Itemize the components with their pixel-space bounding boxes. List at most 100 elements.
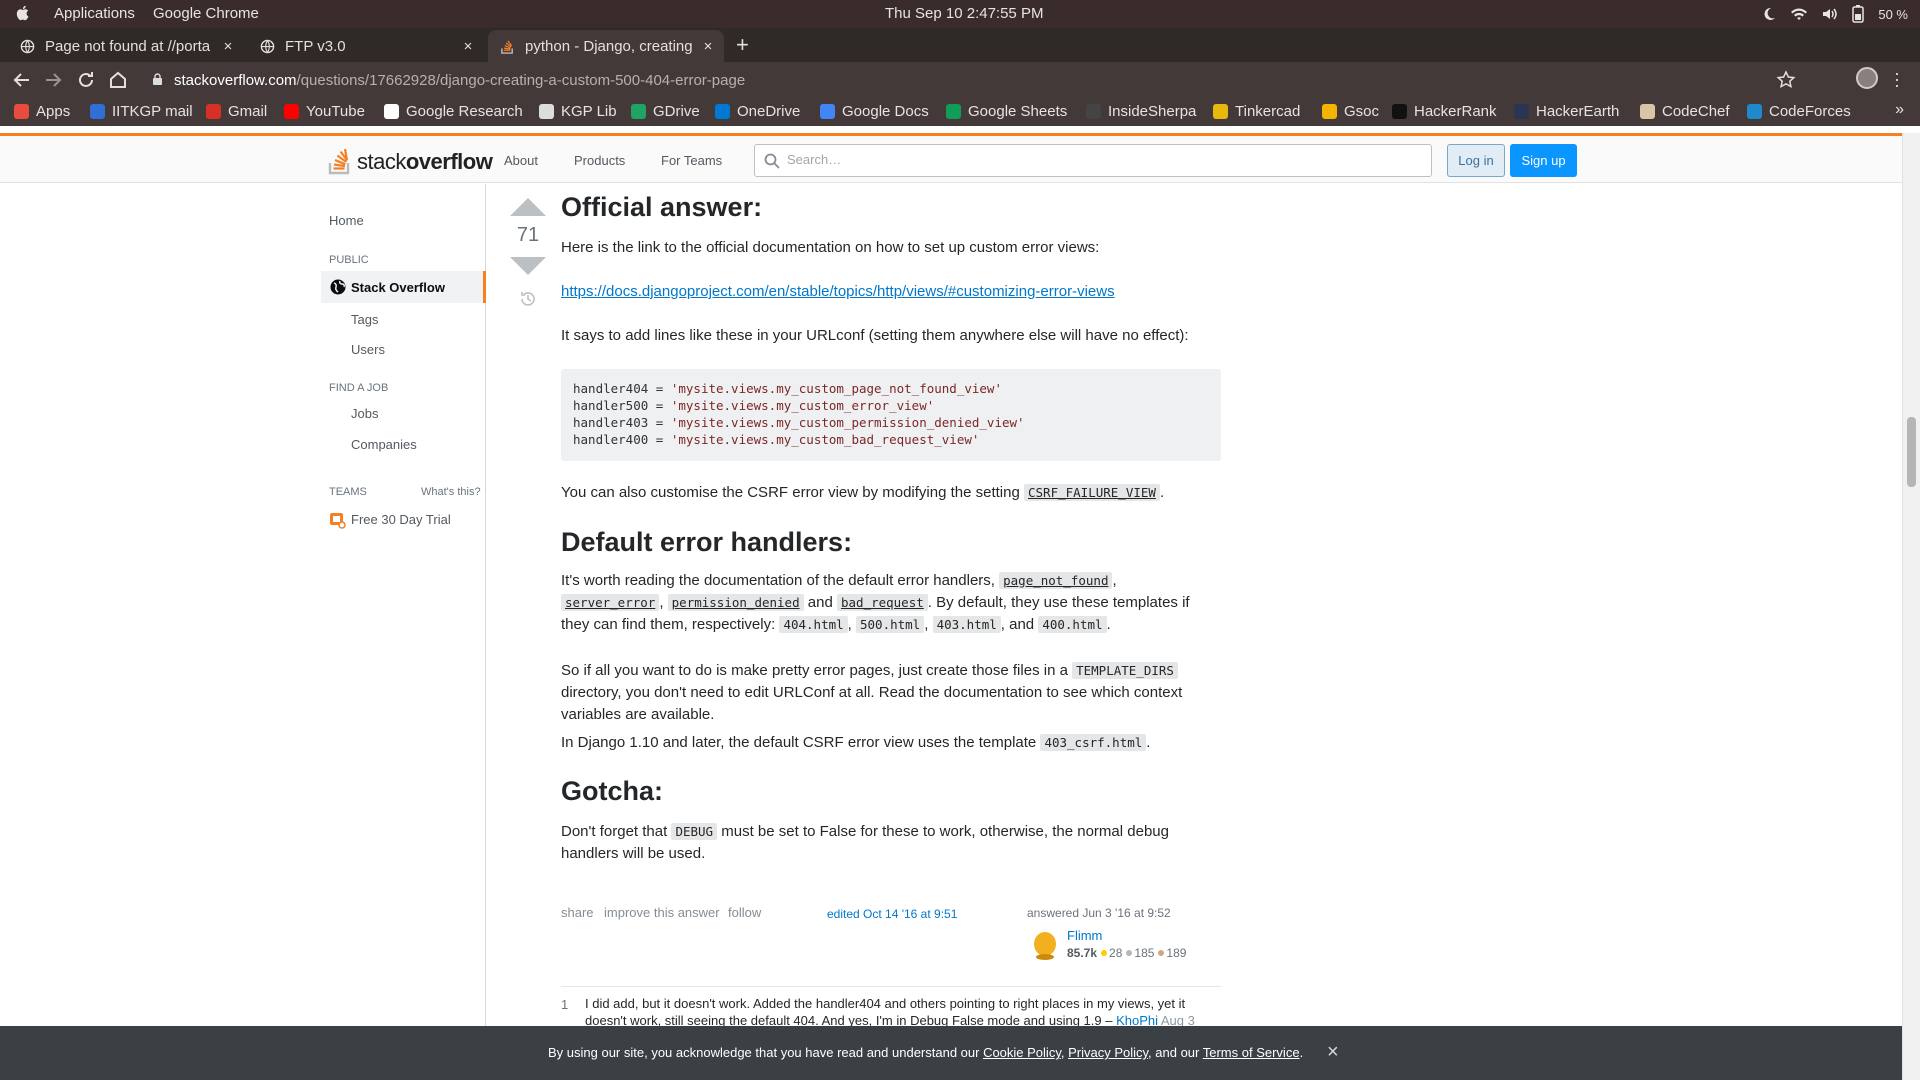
- sidebar-item-home[interactable]: Home: [329, 213, 364, 228]
- so-logo[interactable]: stackoverflow: [327, 143, 493, 175]
- bookmark-hackerrank[interactable]: HackerRank: [1392, 103, 1497, 120]
- sidebar-item-jobs[interactable]: Jobs: [351, 406, 378, 421]
- volume-icon[interactable]: [1822, 7, 1838, 21]
- code-permission-denied[interactable]: permission_denied: [667, 594, 804, 611]
- bookmark-label: InsideSherpa: [1108, 103, 1197, 120]
- tab-ftp[interactable]: FTP v3.0 ×: [248, 30, 484, 62]
- bookmark-label: Google Research: [406, 103, 523, 120]
- login-button[interactable]: Log in: [1447, 144, 1505, 177]
- share-link[interactable]: share: [561, 905, 594, 920]
- privacy-policy-link[interactable]: Privacy Policy: [1068, 1045, 1148, 1060]
- user-name[interactable]: Flimm: [1067, 928, 1102, 943]
- tab-stackoverflow[interactable]: python - Django, creating ×: [488, 30, 724, 62]
- gold-badge-icon: [1101, 950, 1108, 956]
- nav-about[interactable]: About: [504, 153, 538, 168]
- bookmark-gdrive[interactable]: GDrive: [631, 103, 700, 120]
- avatar[interactable]: [1031, 930, 1059, 960]
- history-icon[interactable]: [518, 289, 538, 309]
- paragraph: It says to add lines like these in your …: [561, 327, 1189, 344]
- bookmark-label: CodeChef: [1662, 103, 1730, 120]
- scrollbar-thumb[interactable]: [1907, 417, 1916, 487]
- night-mode-icon[interactable]: [1762, 7, 1776, 21]
- url-text[interactable]: stackoverflow.com/questions/17662928/dja…: [174, 72, 745, 89]
- menu-applications[interactable]: Applications: [54, 5, 135, 22]
- forward-icon[interactable]: [41, 68, 65, 92]
- bookmark-hackerearth[interactable]: HackerEarth: [1514, 103, 1619, 120]
- battery-icon[interactable]: [1852, 5, 1865, 23]
- text: I did add, but it doesn't work. Added th…: [585, 996, 1186, 1026]
- bookmark-gmail[interactable]: Gmail: [206, 103, 267, 120]
- home-icon[interactable]: [106, 68, 130, 92]
- bookmarks-overflow-button[interactable]: »: [1895, 101, 1904, 119]
- vote-count: 71: [516, 224, 540, 246]
- tab-page-not-found[interactable]: Page not found at //porta ×: [8, 30, 244, 62]
- bookmark-kgp-lib[interactable]: KGP Lib: [539, 103, 617, 120]
- docs-link[interactable]: https://docs.djangoproject.com/en/stable…: [561, 283, 1115, 300]
- terms-link[interactable]: Terms of Service: [1203, 1045, 1300, 1060]
- edited-link[interactable]: edited Oct 14 '16 at 9:51: [827, 907, 957, 921]
- new-tab-button[interactable]: +: [736, 32, 749, 58]
- tab-label: python - Django, creating: [525, 37, 693, 55]
- bookmark-star-icon[interactable]: [1776, 70, 1796, 90]
- bookmark-insidesherpa[interactable]: InsideSherpa: [1086, 103, 1196, 120]
- bookmark-favicon-icon: [14, 104, 29, 119]
- code-csrf-failure-view[interactable]: CSRF_FAILURE_VIEW: [1024, 484, 1160, 501]
- wifi-icon[interactable]: [1790, 7, 1808, 21]
- code-bad-request[interactable]: bad_request: [836, 594, 928, 611]
- browser-menu-icon[interactable]: · · ·: [1894, 64, 1900, 94]
- bookmark-google-sheets[interactable]: Google Sheets: [946, 103, 1067, 120]
- bookmark-tinkercad[interactable]: Tinkercad: [1213, 103, 1300, 120]
- clock[interactable]: Thu Sep 10 2:47:55 PM: [885, 5, 1043, 22]
- so-search-box[interactable]: [754, 144, 1432, 177]
- bookmark-apps[interactable]: Apps: [14, 103, 70, 120]
- whats-this-link[interactable]: What's this?: [421, 486, 481, 498]
- text: , and our: [1148, 1045, 1203, 1060]
- bookmark-google-research[interactable]: Google Research: [384, 103, 523, 120]
- bookmark-favicon-icon: [1747, 104, 1762, 119]
- bookmark-google-docs[interactable]: Google Docs: [820, 103, 929, 120]
- follow-link[interactable]: follow: [728, 905, 761, 920]
- code-lhs: handler404 =: [573, 381, 671, 396]
- left-sidebar: Home PUBLIC Stack Overflow Tags Users FI…: [321, 184, 486, 1026]
- apple-icon[interactable]: [14, 4, 32, 22]
- sidebar-item-users[interactable]: Users: [351, 342, 385, 357]
- stackoverflow-icon: [501, 40, 513, 54]
- lock-icon[interactable]: [152, 73, 163, 86]
- code-page-not-found[interactable]: page_not_found: [999, 572, 1113, 589]
- address-bar[interactable]: stackoverflow.com/questions/17662928/dja…: [140, 64, 1796, 96]
- sidebar-item-companies[interactable]: Companies: [351, 437, 417, 452]
- improve-answer-link[interactable]: improve this answer: [604, 905, 720, 920]
- search-input[interactable]: [787, 152, 1387, 167]
- bookmark-codechef[interactable]: CodeChef: [1640, 103, 1730, 120]
- silver-count: 185: [1134, 946, 1155, 960]
- sidebar-item-stack-overflow[interactable]: Stack Overflow: [321, 271, 486, 303]
- nav-products[interactable]: Products: [574, 153, 625, 168]
- tab-close-icon[interactable]: ×: [218, 38, 238, 55]
- text: .: [1106, 616, 1111, 633]
- bookmark-codeforces[interactable]: CodeForces: [1747, 103, 1851, 120]
- comment-user-link[interactable]: KhoPhi: [1116, 1013, 1158, 1026]
- tab-close-icon[interactable]: ×: [698, 38, 718, 55]
- reload-icon[interactable]: [74, 68, 98, 92]
- sidebar-item-tags[interactable]: Tags: [351, 312, 378, 327]
- back-icon[interactable]: [10, 68, 34, 92]
- sidebar-item-free-trial[interactable]: Free 30 Day Trial: [351, 512, 451, 527]
- upvote-icon[interactable]: [510, 198, 546, 216]
- profile-avatar[interactable]: [1856, 67, 1878, 89]
- scrollbar[interactable]: [1902, 133, 1920, 1080]
- close-icon[interactable]: ×: [1327, 1041, 1339, 1064]
- comment-date[interactable]: Aug 3: [1161, 1013, 1195, 1026]
- nav-for-teams[interactable]: For Teams: [661, 153, 722, 168]
- bookmark-iitkgp-mail[interactable]: IITKGP mail: [90, 103, 193, 120]
- bookmark-gsoc[interactable]: Gsoc: [1322, 103, 1379, 120]
- tab-close-icon[interactable]: ×: [458, 38, 478, 55]
- cookie-policy-link[interactable]: Cookie Policy: [983, 1045, 1061, 1060]
- downvote-icon[interactable]: [510, 257, 546, 275]
- sidebar-heading-find-a-job: FIND A JOB: [329, 382, 389, 394]
- heading-default-handlers: Default error handlers:: [561, 527, 853, 557]
- bookmark-onedrive[interactable]: OneDrive: [715, 103, 800, 120]
- menu-active-app[interactable]: Google Chrome: [153, 5, 259, 22]
- signup-button[interactable]: Sign up: [1510, 144, 1577, 177]
- code-server-error[interactable]: server_error: [561, 594, 660, 611]
- bookmark-youtube[interactable]: YouTube: [284, 103, 365, 120]
